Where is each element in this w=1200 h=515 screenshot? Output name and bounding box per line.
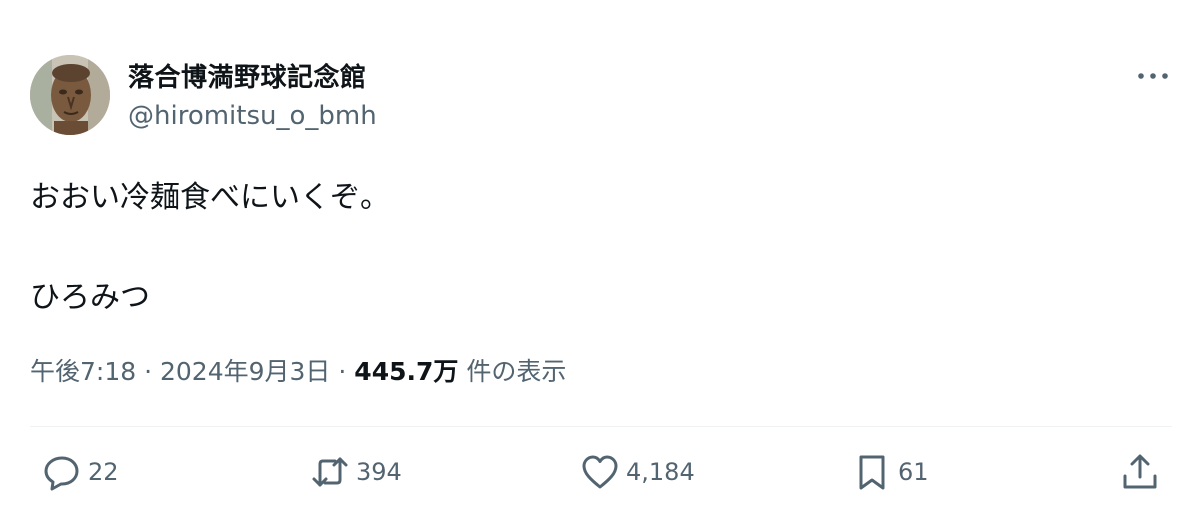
like-count: 4,184 [626,458,695,486]
meta-separator: · [144,357,153,386]
reply-count: 22 [88,458,119,486]
avatar[interactable] [30,55,110,135]
views-count[interactable]: 445.7万 [354,357,458,386]
like-button[interactable]: 4,184 [580,452,695,492]
tweet-date[interactable]: 2024年9月3日 [160,357,330,386]
share-icon [1123,454,1157,489]
meta-separator: · [338,357,347,386]
views-label: 件の表示 [466,357,567,386]
more-icon[interactable] [1136,68,1170,84]
author-name[interactable]: 落合博満野球記念館 [128,57,367,94]
tweet-meta: 午後7:18 · 2024年9月3日 · 445.7万 件の表示 [30,352,566,388]
retweet-button[interactable]: 394 [310,452,402,492]
tweet-text-line2: ひろみつ [30,280,150,315]
author-handle[interactable]: @hiromitsu_o_bmh [128,101,377,131]
divider [30,426,1172,427]
reply-icon [44,456,79,491]
share-button[interactable] [1120,452,1160,492]
retweet-count: 394 [356,458,402,486]
retweet-icon [312,457,348,487]
bookmark-count: 61 [898,458,929,486]
bookmark-button[interactable]: 61 [852,452,929,492]
tweet-time[interactable]: 午後7:18 [30,357,136,386]
tweet-text-line1: おおい冷麺食べにいくぞ。 [30,180,390,215]
bookmark-icon [859,455,885,490]
like-icon [582,455,618,489]
avatar-image [30,55,110,135]
reply-button[interactable]: 22 [42,452,119,492]
